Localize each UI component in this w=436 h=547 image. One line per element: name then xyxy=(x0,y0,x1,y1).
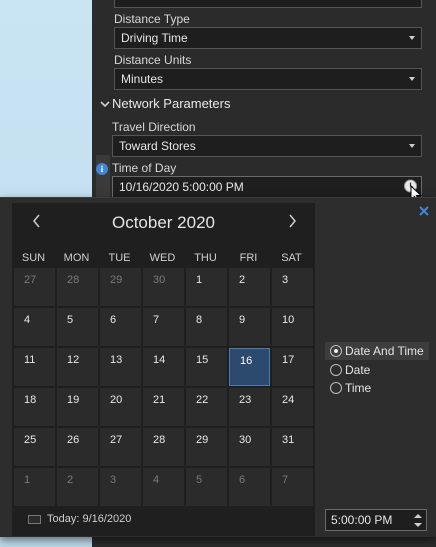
weekday-label: TUE xyxy=(108,252,131,264)
calendar-day[interactable]: 28 xyxy=(143,428,184,466)
calendar-day[interactable]: 7 xyxy=(143,308,184,346)
calendar-day-outside-month[interactable]: 6 xyxy=(229,468,270,506)
info-strip xyxy=(96,155,110,197)
network-section-title: Network Parameters xyxy=(112,96,231,111)
chevron-down-icon xyxy=(100,101,110,108)
weekday-label: FRI xyxy=(239,252,258,264)
chevron-down-icon xyxy=(409,36,415,40)
calendar-day[interactable]: 14 xyxy=(143,348,184,386)
calendar-day-outside-month[interactable]: 1 xyxy=(14,468,55,506)
calendar-day-outside-month[interactable]: 4 xyxy=(143,468,184,506)
calendar-day-outside-month[interactable]: 3 xyxy=(100,468,141,506)
calendar-day[interactable]: 18 xyxy=(14,388,55,426)
calendar-day-outside-month[interactable]: 30 xyxy=(143,268,184,306)
travel-direction-label: Travel Direction xyxy=(112,120,196,134)
calendar-day[interactable]: 12 xyxy=(57,348,98,386)
calendar-day[interactable]: 22 xyxy=(186,388,227,426)
calendar-day[interactable]: 17 xyxy=(272,348,313,386)
calendar-day[interactable]: 3 xyxy=(272,268,313,306)
calendar-day[interactable]: 20 xyxy=(100,388,141,426)
calendar-day[interactable]: 10 xyxy=(272,308,313,346)
weekday-label: THU xyxy=(194,252,217,264)
date-time-picker-popup: October 2020 SUN MON TUE WED THU FRI SAT 27 28 2… xyxy=(0,197,436,537)
today-marker-icon xyxy=(28,515,41,524)
today-label: Today: 9/16/2020 xyxy=(47,513,132,525)
calendar-day[interactable]: 24 xyxy=(272,388,313,426)
time-spinner-value[interactable]: 5:00:00 PM xyxy=(331,513,392,527)
radio-button-time[interactable] xyxy=(330,382,342,394)
calendar-day[interactable]: 27 xyxy=(100,428,141,466)
radio-label-time[interactable]: Time xyxy=(345,381,371,395)
radio-label-date-and-time[interactable]: Date And Time xyxy=(345,344,424,358)
chevron-down-icon xyxy=(409,144,415,148)
calendar-day-outside-month[interactable]: 7 xyxy=(272,468,313,506)
calendar-day[interactable]: 8 xyxy=(186,308,227,346)
calendar-day[interactable]: 9 xyxy=(229,308,270,346)
calendar-day-outside-month[interactable]: 5 xyxy=(186,468,227,506)
calendar-day[interactable]: 31 xyxy=(272,428,313,466)
calendar-day[interactable]: 23 xyxy=(229,388,270,426)
calendar-day[interactable]: 11 xyxy=(14,348,55,386)
weekday-label: WED xyxy=(149,252,176,264)
month-title[interactable]: October 2020 xyxy=(12,213,315,233)
calendar-day-outside-month[interactable]: 2 xyxy=(57,468,98,506)
radio-button-date[interactable] xyxy=(330,364,342,376)
calendar-day[interactable]: 15 xyxy=(186,348,227,386)
calendar-day[interactable]: 6 xyxy=(100,308,141,346)
time-of-day-value: 10/16/2020 5:00:00 PM xyxy=(119,180,244,194)
chevron-down-icon xyxy=(409,77,415,81)
calendar-day-outside-month[interactable]: 29 xyxy=(100,268,141,306)
calendar-day[interactable]: 25 xyxy=(14,428,55,466)
calendar-day[interactable]: 21 xyxy=(143,388,184,426)
calendar-day-outside-month[interactable]: 28 xyxy=(57,268,98,306)
travel-direction-dropdown[interactable]: Toward Stores xyxy=(112,135,422,157)
weekday-label: SAT xyxy=(281,252,302,264)
distance-type-value: Driving Time xyxy=(121,31,188,45)
calendar-day[interactable]: 29 xyxy=(186,428,227,466)
radio-dot xyxy=(334,349,338,353)
radio-button-date-and-time[interactable] xyxy=(330,345,342,357)
calendar-day[interactable]: 19 xyxy=(57,388,98,426)
calendar-day[interactable]: 30 xyxy=(229,428,270,466)
calendar-day[interactable]: 16 xyxy=(229,348,270,386)
next-month-button[interactable] xyxy=(285,213,299,229)
calendar-day[interactable]: 5 xyxy=(57,308,98,346)
distance-units-dropdown[interactable]: Minutes xyxy=(114,68,422,90)
travel-direction-value: Toward Stores xyxy=(119,139,196,153)
close-icon[interactable] xyxy=(418,204,430,216)
distance-units-label: Distance Units xyxy=(114,53,192,67)
calendar-day[interactable]: 2 xyxy=(229,268,270,306)
calendar-day[interactable]: 4 xyxy=(14,308,55,346)
spin-down-icon[interactable] xyxy=(414,522,422,528)
distance-units-value: Minutes xyxy=(121,72,164,86)
time-of-day-label: Time of Day xyxy=(112,161,177,175)
distance-type-dropdown[interactable]: Driving Time xyxy=(114,27,422,49)
calendar-day[interactable]: 13 xyxy=(100,348,141,386)
calendar: October 2020 SUN MON TUE WED THU FRI SAT 27 28 2… xyxy=(12,203,315,536)
radio-label-date[interactable]: Date xyxy=(345,363,370,377)
distance-type-label: Distance Type xyxy=(114,12,190,26)
calendar-day[interactable]: 1 xyxy=(186,268,227,306)
calendar-day[interactable]: 26 xyxy=(57,428,98,466)
info-icon[interactable]: i xyxy=(96,163,108,175)
top-field[interactable] xyxy=(114,0,422,8)
time-spinner[interactable]: 5:00:00 PM xyxy=(325,509,427,531)
weekday-label: SUN xyxy=(21,252,46,264)
today-button[interactable]: Today: 9/16/2020 xyxy=(28,513,158,529)
spin-up-icon[interactable] xyxy=(414,513,422,519)
weekday-label: MON xyxy=(63,252,90,264)
calendar-day-outside-month[interactable]: 27 xyxy=(14,268,55,306)
time-of-day-input[interactable]: 10/16/2020 5:00:00 PM xyxy=(112,176,422,198)
